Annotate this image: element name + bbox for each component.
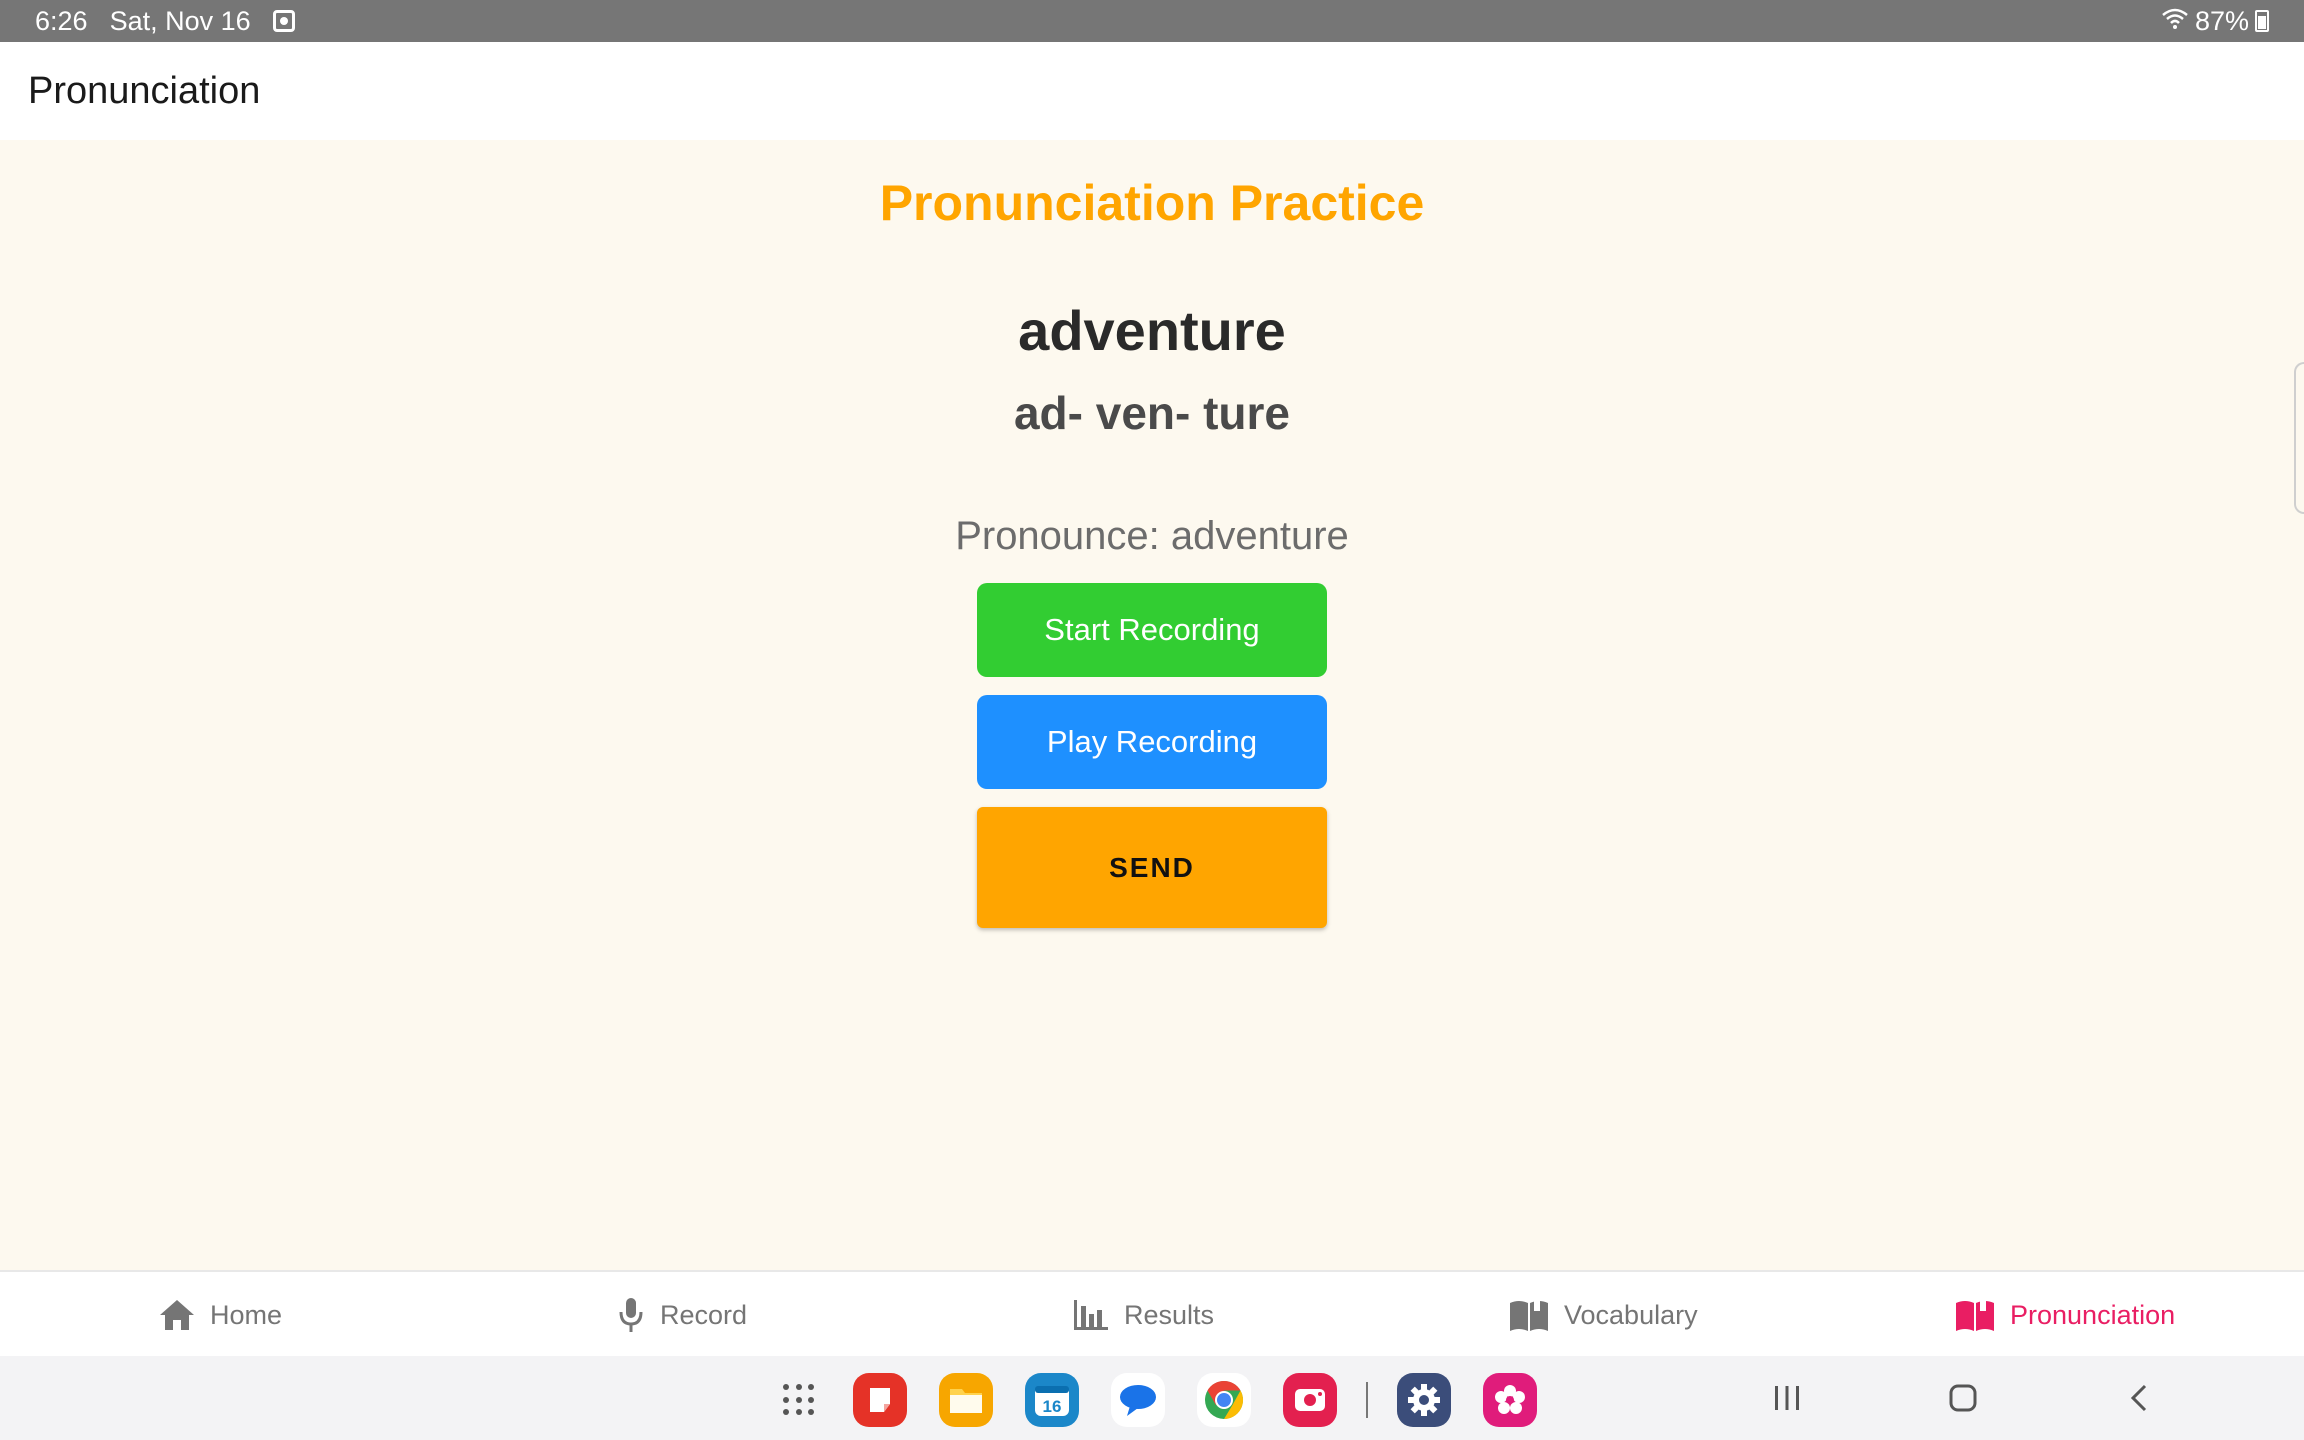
gallery-app-icon[interactable] xyxy=(1483,1373,1537,1427)
nav-item-vocabulary[interactable]: Vocabulary xyxy=(1508,1272,1698,1358)
nav-label-results: Results xyxy=(1124,1299,1215,1330)
chrome-app-icon[interactable] xyxy=(1197,1373,1251,1427)
status-date: Sat, Nov 16 xyxy=(109,5,251,36)
book-icon xyxy=(1508,1297,1550,1333)
svg-text:16: 16 xyxy=(1043,1397,1062,1416)
pronounce-prompt: Pronounce: adventure xyxy=(955,514,1349,558)
status-time: 6:26 xyxy=(35,5,88,36)
nav-item-pronunciation[interactable]: Pronunciation xyxy=(1954,1272,2175,1358)
recent-apps-button[interactable] xyxy=(1770,1376,1804,1420)
system-navigation-bar: 16 xyxy=(0,1356,2304,1440)
home-button[interactable] xyxy=(1946,1376,1980,1420)
page-title: Pronunciation xyxy=(28,69,261,112)
screen-recorder-app-icon[interactable] xyxy=(1283,1373,1337,1427)
dock-divider xyxy=(1366,1382,1368,1418)
practice-heading: Pronunciation Practice xyxy=(879,175,1425,231)
start-recording-button[interactable]: Start Recording xyxy=(977,583,1327,677)
edge-panel-handle[interactable] xyxy=(2294,362,2304,514)
nav-item-results[interactable]: Results xyxy=(1072,1272,1214,1358)
play-recording-button[interactable]: Play Recording xyxy=(977,695,1327,789)
status-left: 6:26 Sat, Nov 16 xyxy=(35,6,295,37)
battery-icon xyxy=(2255,10,2269,32)
status-right: 87% xyxy=(2161,6,2269,37)
settings-app-icon[interactable] xyxy=(1397,1373,1451,1427)
apps-grid-icon[interactable] xyxy=(783,1384,815,1416)
calendar-app-icon[interactable]: 16 xyxy=(1025,1373,1079,1427)
syllable-breakdown: ad- ven- ture xyxy=(1013,387,1291,439)
bar-chart-icon xyxy=(1072,1298,1110,1332)
bottom-navigation: Home Record Results Vocabulary Pronuncia… xyxy=(0,1270,2304,1356)
nav-label-record: Record xyxy=(660,1299,748,1330)
wifi-icon xyxy=(2161,6,2189,37)
files-app-icon[interactable] xyxy=(939,1373,993,1427)
nav-label-vocabulary: Vocabulary xyxy=(1564,1299,1698,1330)
app-bar: Pronunciation xyxy=(0,42,2304,140)
nav-label-home: Home xyxy=(210,1299,283,1330)
back-button[interactable] xyxy=(2124,1376,2154,1420)
send-button[interactable]: SEND xyxy=(977,807,1327,928)
status-bar: 6:26 Sat, Nov 16 87% xyxy=(0,0,2304,42)
battery-percent: 87% xyxy=(2194,5,2249,36)
media-notification-icon xyxy=(272,10,295,32)
nav-item-record[interactable]: Record xyxy=(616,1272,747,1358)
book-icon xyxy=(1954,1297,1996,1333)
nav-item-home[interactable]: Home xyxy=(158,1272,282,1358)
home-icon xyxy=(158,1298,196,1332)
pronunciation-practice-screen: Pronunciation Practice adventure ad- ven… xyxy=(0,140,2304,1270)
microphone-icon xyxy=(616,1296,646,1334)
nav-label-pronunciation: Pronunciation xyxy=(2010,1299,2176,1330)
notes-app-icon[interactable] xyxy=(853,1373,907,1427)
target-word: adventure xyxy=(1018,299,1286,362)
messages-app-icon[interactable] xyxy=(1111,1373,1165,1427)
